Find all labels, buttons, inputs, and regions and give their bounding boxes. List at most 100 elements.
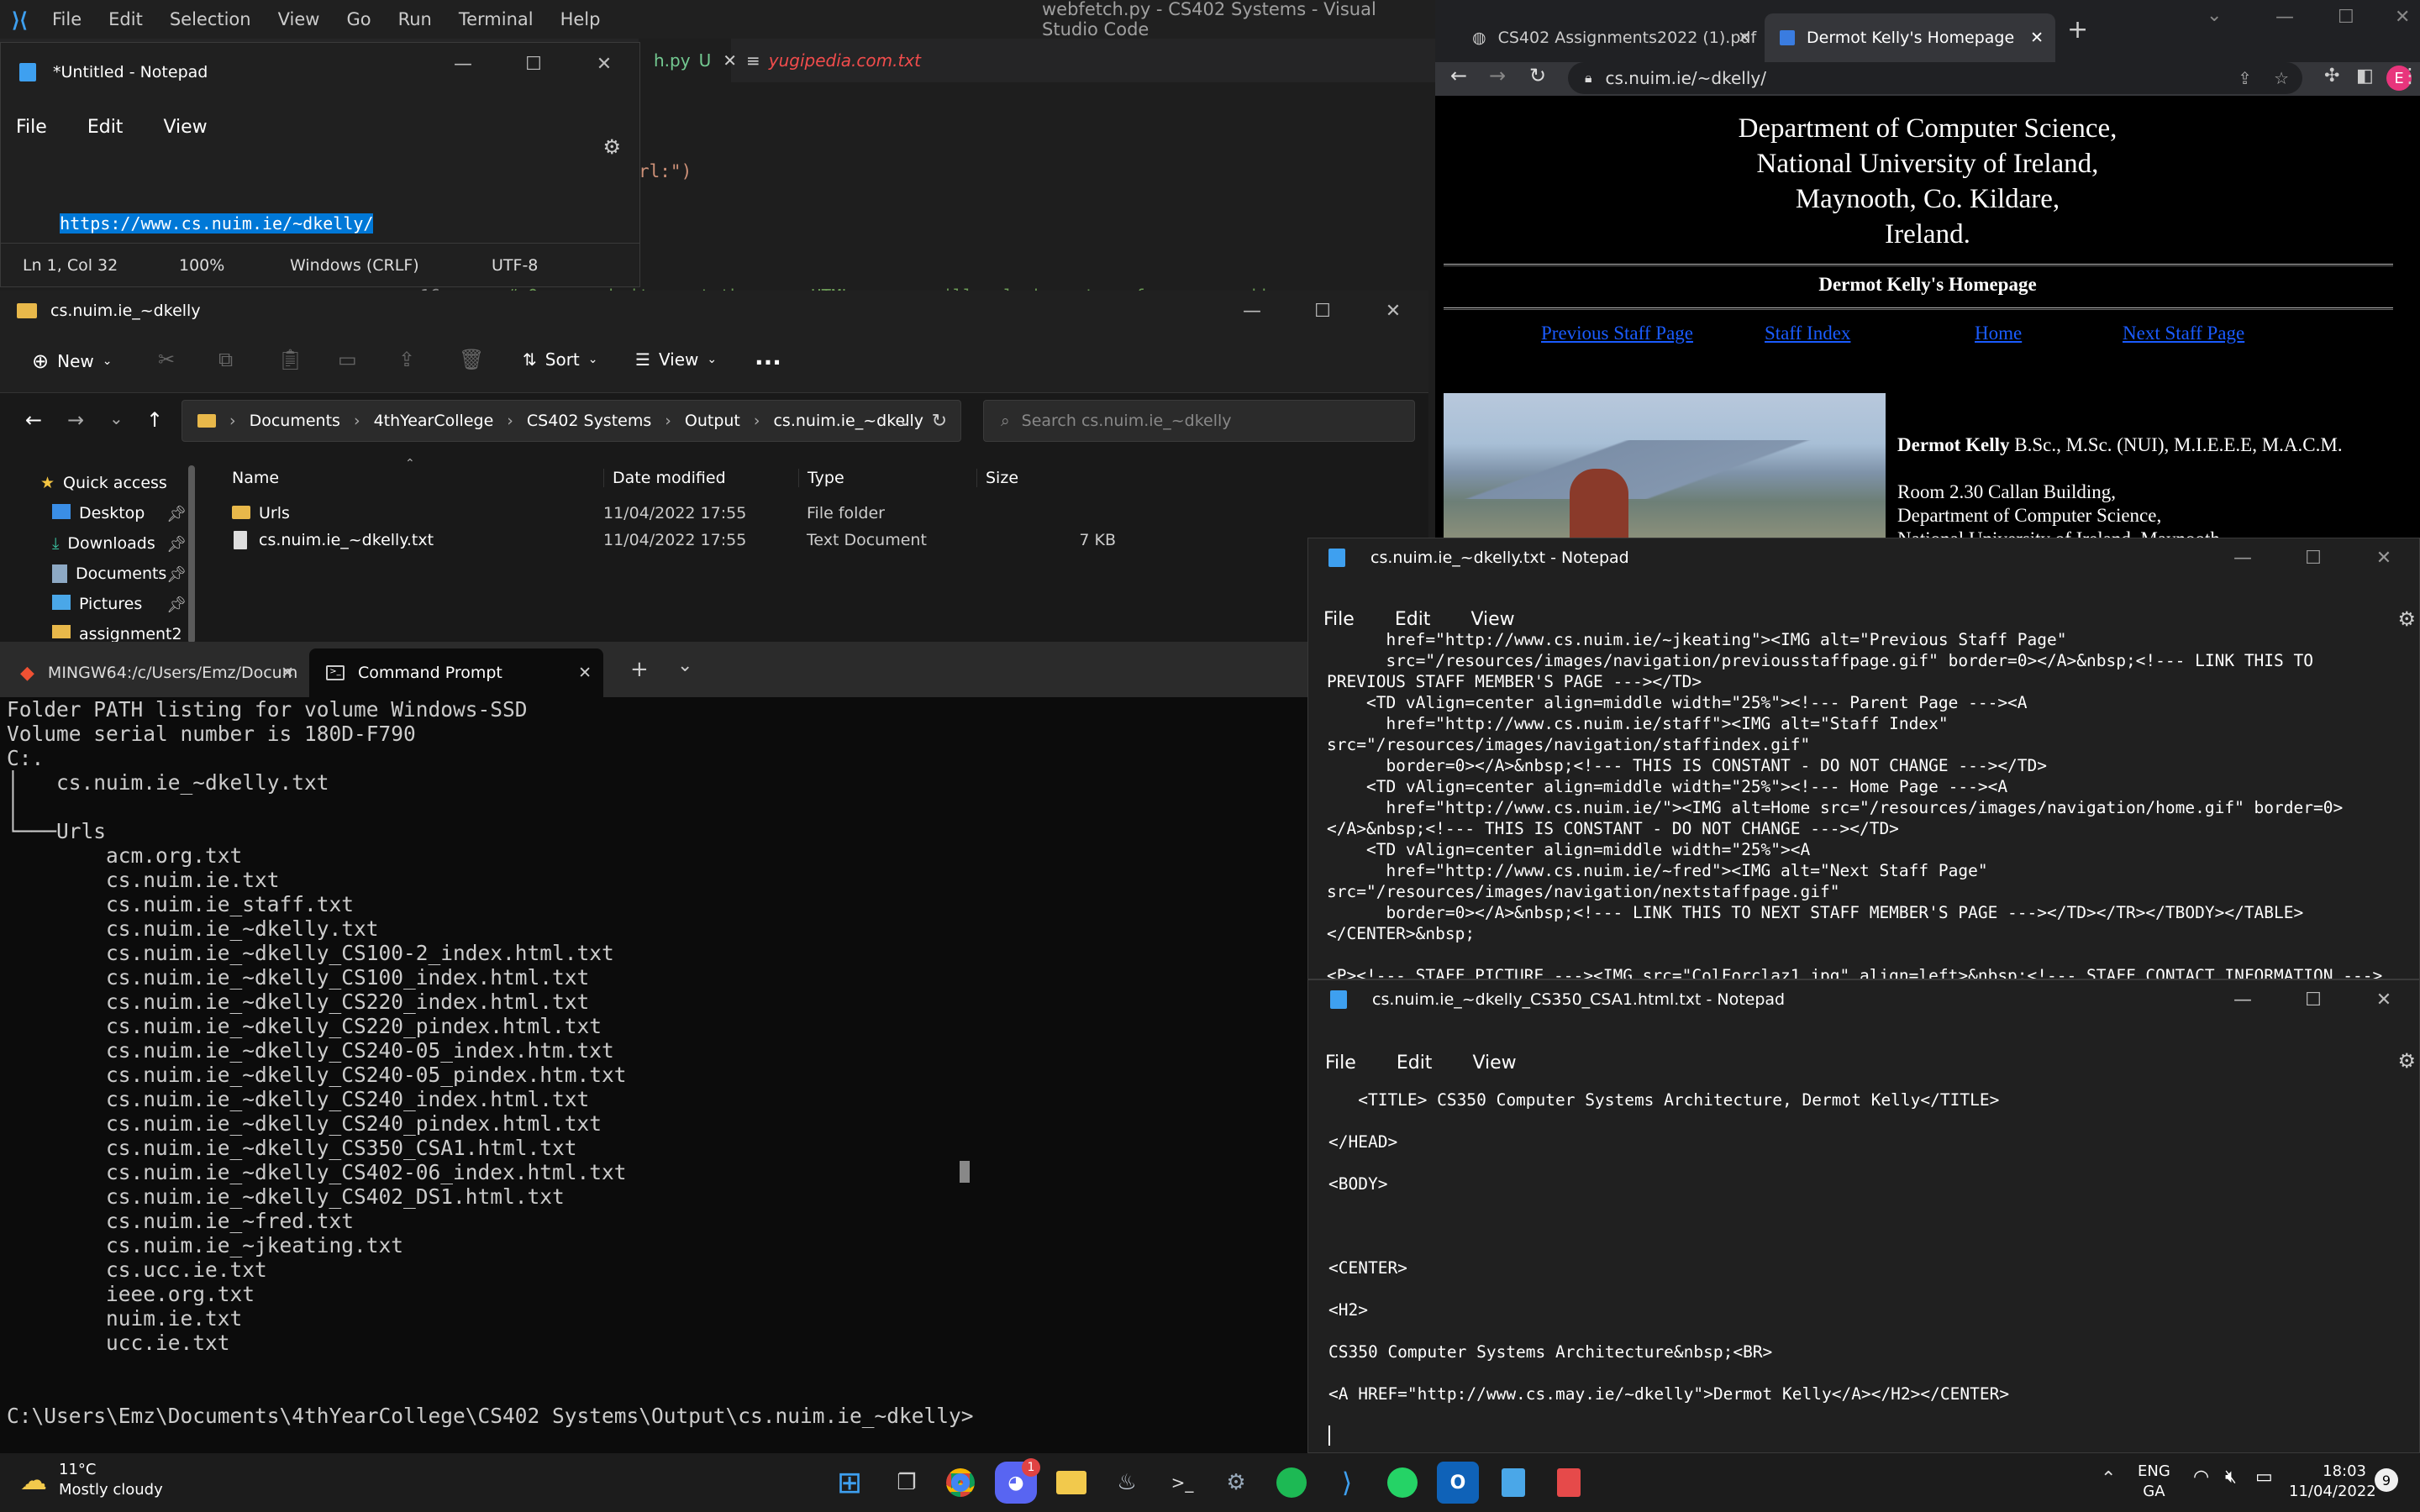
settings-gear-icon[interactable]: ⚙	[2397, 607, 2416, 632]
breadcrumb-item[interactable]: 4thYearCollege	[374, 412, 494, 430]
bookmark-star-icon[interactable]: ☆	[2274, 68, 2289, 88]
extensions-puzzle-icon[interactable]: ✣	[2324, 66, 2339, 87]
minimize-icon[interactable]: —	[2207, 980, 2278, 1019]
tab-dropdown-chevron-icon[interactable]: ⌄	[677, 655, 692, 676]
nav-scrollbar[interactable]	[188, 465, 195, 643]
volume-muted-icon[interactable]: 🔇︎	[2225, 1467, 2237, 1488]
lock-icon[interactable]: 🔒︎	[1585, 70, 1592, 87]
omnibox[interactable]: 🔒︎ cs.nuim.ie/~dkelly/ ⇪ ☆	[1568, 62, 2302, 94]
menu-edit[interactable]: Edit	[1395, 609, 1431, 630]
vscode-menu-view[interactable]: View	[278, 9, 320, 29]
copy-icon[interactable]: ⧉	[218, 348, 233, 371]
close-icon[interactable]: ✕	[281, 664, 294, 682]
breadcrumb-item[interactable]: Output	[685, 412, 740, 430]
terminal-tab-cmd[interactable]: >_ Command Prompt ✕	[309, 648, 603, 697]
terminal-tab-mingw[interactable]: ◆ MINGW64:/c/Users/Emz/Docum ✕	[0, 648, 306, 697]
settings-gear-icon[interactable]: ⚙	[2397, 1049, 2416, 1074]
menu-file[interactable]: File	[1323, 609, 1355, 630]
maximize-icon[interactable]: ☐	[2278, 538, 2349, 577]
nav-quick-access[interactable]: ★ Quick access	[40, 474, 167, 492]
wifi-icon[interactable]: ◠	[2193, 1467, 2209, 1488]
notepad-text-area[interactable]: <TITLE> CS350 Computer Systems Architect…	[1308, 1089, 2419, 1452]
close-icon[interactable]: ✕	[2349, 538, 2419, 577]
vscode-menu-edit[interactable]: Edit	[108, 9, 143, 29]
menu-edit[interactable]: Edit	[1397, 1053, 1433, 1074]
battery-icon[interactable]: ▭	[2255, 1467, 2273, 1488]
breadcrumb[interactable]: › Documents › 4thYearCollege › CS402 Syste…	[182, 400, 961, 442]
file-row[interactable]: cs.nuim.ie_~dkelly.txt 11/04/2022 17:55 …	[210, 528, 1428, 554]
nav-documents[interactable]: Documents 📌︎	[52, 564, 187, 584]
chrome-tab-homepage[interactable]: Dermot Kelly's Homepage ✕	[1765, 13, 2055, 62]
new-button[interactable]: ⊕ New ⌄	[32, 349, 112, 373]
terminal-icon[interactable]: >_	[1161, 1462, 1203, 1504]
link-home[interactable]: Home	[1975, 323, 2022, 344]
nav-pictures[interactable]: Pictures 📌︎	[52, 595, 187, 614]
delete-icon[interactable]: 🗑︎	[459, 348, 484, 371]
vscode-menu-selection[interactable]: Selection	[170, 9, 251, 29]
chrome-tab-pdf[interactable]: ◍ CS402 Assignments2022 (1).pdf ✕	[1457, 13, 1763, 62]
close-icon[interactable]: ✕	[2030, 29, 2044, 47]
terminal-output[interactable]: Folder PATH listing for volume Windows-S…	[7, 697, 1301, 1436]
minimize-icon[interactable]: —	[2275, 7, 2294, 28]
notification-count-badge[interactable]: 9	[2375, 1468, 2398, 1492]
refresh-icon[interactable]: ↻	[932, 411, 947, 432]
system-tray-chevron-icon[interactable]: ⌃	[2101, 1468, 2116, 1489]
paste-icon[interactable]: 📋︎	[277, 348, 302, 371]
vscode-tab-webfetch[interactable]: h.py U ✕	[639, 39, 737, 82]
close-icon[interactable]: ✕	[2395, 7, 2410, 28]
notepad-icon[interactable]	[1492, 1462, 1534, 1504]
vscode-menu-go[interactable]: Go	[346, 9, 371, 29]
column-name[interactable]: Name	[232, 469, 279, 487]
vscode-tab-yugipedia[interactable]: ≡ yugipedia.com.txt	[731, 39, 921, 82]
vscode-menu-file[interactable]: File	[52, 9, 82, 29]
whatsapp-icon[interactable]	[1381, 1462, 1423, 1504]
close-icon[interactable]: ✕	[569, 43, 639, 85]
nav-assignment2[interactable]: assignment2	[52, 625, 182, 643]
breadcrumb-item[interactable]: Documents	[250, 412, 340, 430]
task-view-icon[interactable]: ❐	[886, 1462, 928, 1504]
link-previous-staff[interactable]: Previous Staff Page	[1541, 323, 1693, 344]
forward-arrow-icon[interactable]: →	[67, 408, 84, 432]
steam-icon[interactable]: ♨	[1106, 1462, 1148, 1504]
reload-icon[interactable]: ↻	[1529, 64, 1546, 87]
sort-button[interactable]: ⇅ Sort ⌄	[523, 349, 598, 370]
menu-edit[interactable]: Edit	[87, 117, 124, 138]
language-indicator[interactable]: ENG GA	[2138, 1462, 2170, 1502]
menu-file[interactable]: File	[16, 117, 47, 138]
maximize-icon[interactable]: ☐	[1287, 291, 1358, 331]
chevron-down-icon[interactable]: ⌄	[898, 412, 912, 430]
menu-view[interactable]: View	[1472, 1053, 1516, 1074]
minimize-icon[interactable]: —	[1217, 291, 1287, 331]
menu-view[interactable]: View	[163, 117, 207, 138]
breadcrumb-item[interactable]: CS402 Systems	[527, 412, 651, 430]
share-icon[interactable]: ⇪	[398, 348, 415, 371]
vscode-menu-terminal[interactable]: Terminal	[459, 9, 534, 29]
start-windows-icon[interactable]: ⊞	[829, 1462, 871, 1504]
chrome-menu-icon[interactable]: ⋮	[2400, 64, 2420, 87]
column-date[interactable]: Date modified	[603, 469, 726, 487]
outlook-icon[interactable]: O	[1437, 1462, 1479, 1504]
menu-view[interactable]: View	[1470, 609, 1514, 630]
maximize-icon[interactable]: ☐	[2278, 980, 2349, 1019]
spotify-icon[interactable]	[1270, 1462, 1313, 1504]
pdf-reader-icon[interactable]	[1548, 1462, 1590, 1504]
maximize-icon[interactable]: ☐	[2338, 7, 2354, 28]
cut-icon[interactable]: ✂	[158, 348, 175, 371]
link-staff-index[interactable]: Staff Index	[1765, 323, 1850, 344]
close-icon[interactable]: ✕	[1358, 291, 1428, 331]
vscode-menu-help[interactable]: Help	[560, 9, 601, 29]
minimize-icon[interactable]: —	[2207, 538, 2278, 577]
file-explorer-icon[interactable]	[1050, 1462, 1092, 1504]
back-arrow-icon[interactable]: ←	[25, 408, 42, 432]
up-arrow-icon[interactable]: ↑	[146, 408, 163, 432]
close-icon[interactable]: ✕	[578, 664, 592, 682]
forward-arrow-icon[interactable]: →	[1489, 64, 1506, 87]
more-options-icon[interactable]: ...	[755, 343, 781, 370]
side-panel-icon[interactable]: ◧	[2356, 66, 2374, 87]
share-icon[interactable]: ⇪	[2238, 68, 2252, 88]
maximize-icon[interactable]: ☐	[498, 43, 569, 85]
nav-downloads[interactable]: ⤓ Downloads 📌︎	[52, 534, 187, 554]
weather-widget[interactable]: ☁ 11°C Mostly cloudy	[20, 1460, 163, 1500]
tab-search-chevron-icon[interactable]: ⌄	[2207, 5, 2222, 26]
close-icon[interactable]: ✕	[2349, 980, 2419, 1019]
